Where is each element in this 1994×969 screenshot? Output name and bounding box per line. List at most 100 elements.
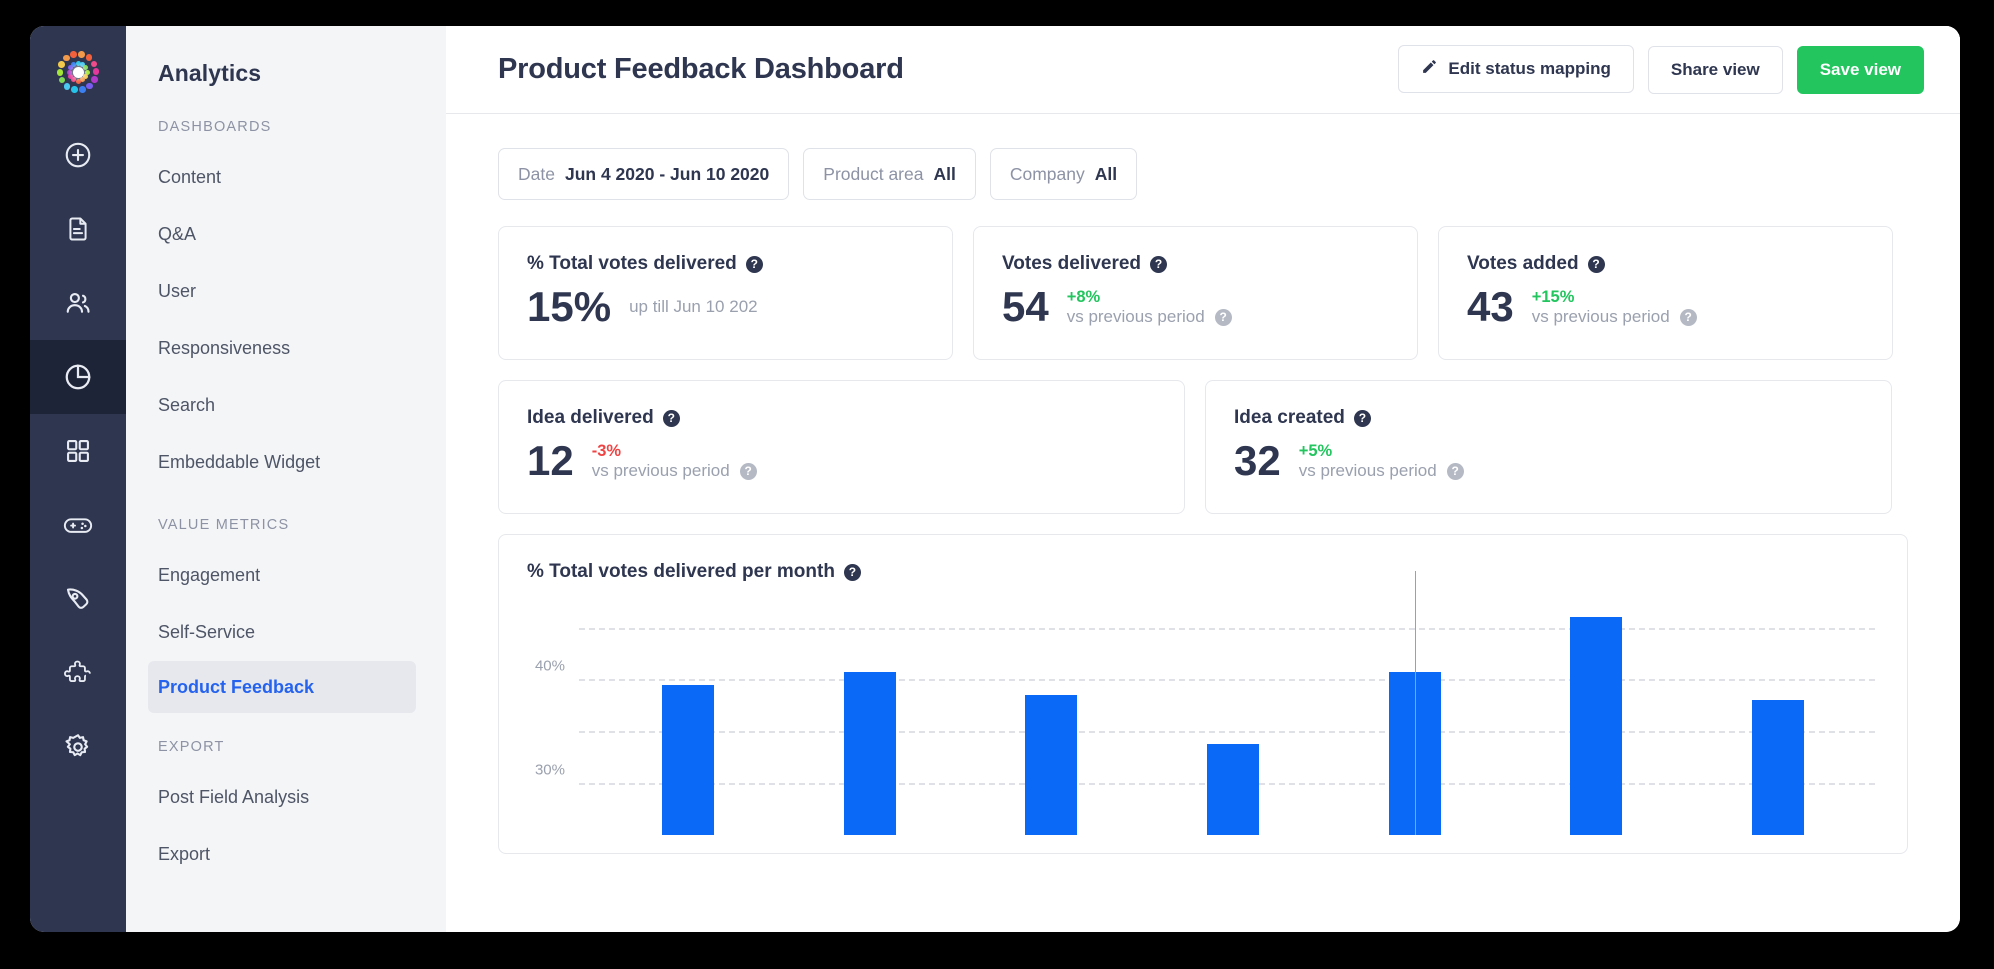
top-bar: Product Feedback Dashboard Edit status m…: [446, 26, 1960, 114]
chart-card: % Total votes delivered per month ? 40% 3…: [498, 534, 1908, 855]
main-area: Product Feedback Dashboard Edit status m…: [446, 26, 1960, 932]
add-icon[interactable]: [30, 118, 126, 192]
sidebar-item-search[interactable]: Search: [126, 377, 446, 434]
sidebar-item-user[interactable]: User: [126, 263, 446, 320]
filter-label: Date: [518, 163, 555, 184]
users-icon[interactable]: [30, 266, 126, 340]
y-axis-tick-label: 40%: [534, 657, 565, 675]
page-title: Product Feedback Dashboard: [498, 53, 904, 85]
bar-slot: [597, 591, 779, 836]
metric-meta: +5% vs previous period?: [1299, 441, 1464, 482]
help-icon[interactable]: ?: [662, 409, 680, 427]
bar-series: [597, 591, 1869, 836]
metric-meta: -3% vs previous period?: [592, 441, 757, 482]
nav-group-label-export: EXPORT: [158, 739, 225, 755]
help-icon[interactable]: ?: [1150, 255, 1168, 273]
document-icon[interactable]: [30, 192, 126, 266]
metric-card-body: 15% up till Jun 10 202: [527, 284, 924, 329]
metric-value: 54: [1002, 283, 1049, 330]
metric-title-text: Idea created: [1234, 407, 1345, 429]
button-label: Save view: [1819, 60, 1901, 79]
metric-title-text: Votes delivered: [1002, 253, 1142, 274]
help-icon[interactable]: ?: [1214, 308, 1232, 326]
help-icon[interactable]: ?: [1679, 308, 1697, 326]
metric-card-idea-created: Idea created? 32 +5% vs previous period?: [1205, 380, 1892, 515]
canny-logo[interactable]: [30, 26, 126, 118]
bar-slot: [1506, 591, 1688, 836]
save-view-button[interactable]: Save view: [1796, 46, 1924, 94]
bar-chart-plot: 40%30%20%10%: [535, 571, 1879, 836]
filter-value: All: [933, 163, 956, 184]
grid-apps-icon[interactable]: [30, 414, 126, 488]
design-pen-icon[interactable]: [30, 562, 126, 636]
edit-status-mapping-button[interactable]: Edit status mapping: [1398, 45, 1634, 93]
metric-card-title: Idea created?: [1234, 407, 1863, 429]
top-bar-actions: Edit status mapping Share view Save view: [1384, 45, 1924, 94]
help-icon[interactable]: ?: [1353, 409, 1371, 427]
filter-value: All: [1094, 163, 1118, 184]
metric-card-title: Votes delivered?: [1002, 253, 1389, 275]
dashboard-content: Date Jun 4 2020 - Jun 10 2020 Product area…: [446, 114, 1960, 855]
metric-card-title: Idea delivered?: [527, 407, 1156, 429]
help-icon[interactable]: ?: [1446, 462, 1464, 480]
sidebar-item-product-feedback[interactable]: Product Feedback: [148, 661, 416, 713]
bar[interactable]: [1752, 700, 1805, 836]
help-icon[interactable]: ?: [843, 563, 861, 581]
bar-slot: [779, 591, 961, 836]
nav-group-gap: [126, 491, 446, 517]
bar[interactable]: [661, 684, 714, 836]
sidebar-item-responsiveness[interactable]: Responsiveness: [126, 320, 446, 377]
app-window: Analytics DASHBOARDS Content Q&A User Respon…: [30, 26, 1960, 932]
chart-title-row: % Total votes delivered per month ?: [527, 561, 1879, 583]
metric-subtext-label: vs previous period: [1298, 461, 1437, 481]
sidebar-item-embeddable-widget[interactable]: Embeddable Widget: [126, 434, 446, 491]
filter-date[interactable]: Date Jun 4 2020 - Jun 10 2020: [498, 148, 790, 200]
metric-subtext-label: vs previous period: [1531, 307, 1670, 327]
metric-delta: -3%: [591, 441, 622, 460]
filter-product-area[interactable]: Product area All: [803, 148, 976, 200]
filter-value: Jun 4 2020 - Jun 10 2020: [564, 163, 770, 184]
help-icon[interactable]: ?: [739, 462, 757, 480]
metric-delta: +15%: [1531, 287, 1575, 306]
metric-card-title: Votes added?: [1467, 253, 1864, 275]
puzzle-icon[interactable]: [30, 636, 126, 710]
help-icon[interactable]: ?: [745, 255, 763, 273]
analytics-pie-icon[interactable]: [30, 340, 126, 414]
metric-meta: +8% vs previous period?: [1067, 287, 1232, 328]
metric-meta: +15% vs previous period?: [1532, 287, 1697, 328]
metric-subtext: vs previous period?: [592, 461, 757, 481]
nav-group-gap: [126, 713, 446, 739]
nav-group-label-value-metrics: VALUE METRICS: [158, 517, 290, 533]
metric-title-text: Idea delivered: [527, 407, 654, 429]
metric-value: 32: [1234, 437, 1281, 485]
bar[interactable]: [1570, 617, 1623, 836]
filter-label: Company: [1009, 163, 1085, 184]
sidebar-nav: Analytics DASHBOARDS Content Q&A User Respon…: [126, 26, 446, 932]
settings-gear-icon[interactable]: [30, 710, 126, 784]
sidebar-item-q-a[interactable]: Q&A: [126, 206, 446, 263]
bar[interactable]: [843, 671, 896, 836]
share-view-button[interactable]: Share view: [1647, 46, 1783, 94]
integrations-icon[interactable]: [30, 488, 126, 562]
metric-subtext-label: vs previous period: [591, 461, 730, 481]
chart-title-text: % Total votes delivered per month: [527, 561, 835, 583]
metric-title-text: % Total votes delivered: [527, 253, 737, 274]
button-label: Edit status mapping: [1448, 59, 1611, 78]
filter-label: Product area: [823, 163, 924, 184]
metric-card-idea-delivered: Idea delivered? 12 -3% vs previous period?: [498, 380, 1185, 515]
metric-subtext: vs previous period?: [1299, 461, 1464, 481]
sidebar-item-post-field-analysis[interactable]: Post Field Analysis: [126, 769, 446, 826]
help-icon[interactable]: ?: [1587, 255, 1605, 273]
sidebar-item-export[interactable]: Export: [126, 826, 446, 883]
sidebar-item-engagement[interactable]: Engagement: [126, 547, 446, 604]
metric-card-title: % Total votes delivered?: [527, 253, 924, 275]
pencil-icon: [1421, 58, 1438, 80]
metric-card-row-2: Idea delivered? 12 -3% vs previous period? I…: [498, 380, 1908, 515]
bar[interactable]: [1025, 695, 1078, 836]
y-axis-tick-label: 30%: [534, 761, 565, 779]
bar[interactable]: [1207, 744, 1260, 836]
filter-company[interactable]: Company All: [989, 148, 1138, 200]
metric-subtext: up till Jun 10 202: [629, 297, 758, 317]
sidebar-item-content[interactable]: Content: [126, 149, 446, 206]
sidebar-item-self-service[interactable]: Self-Service: [126, 604, 446, 661]
